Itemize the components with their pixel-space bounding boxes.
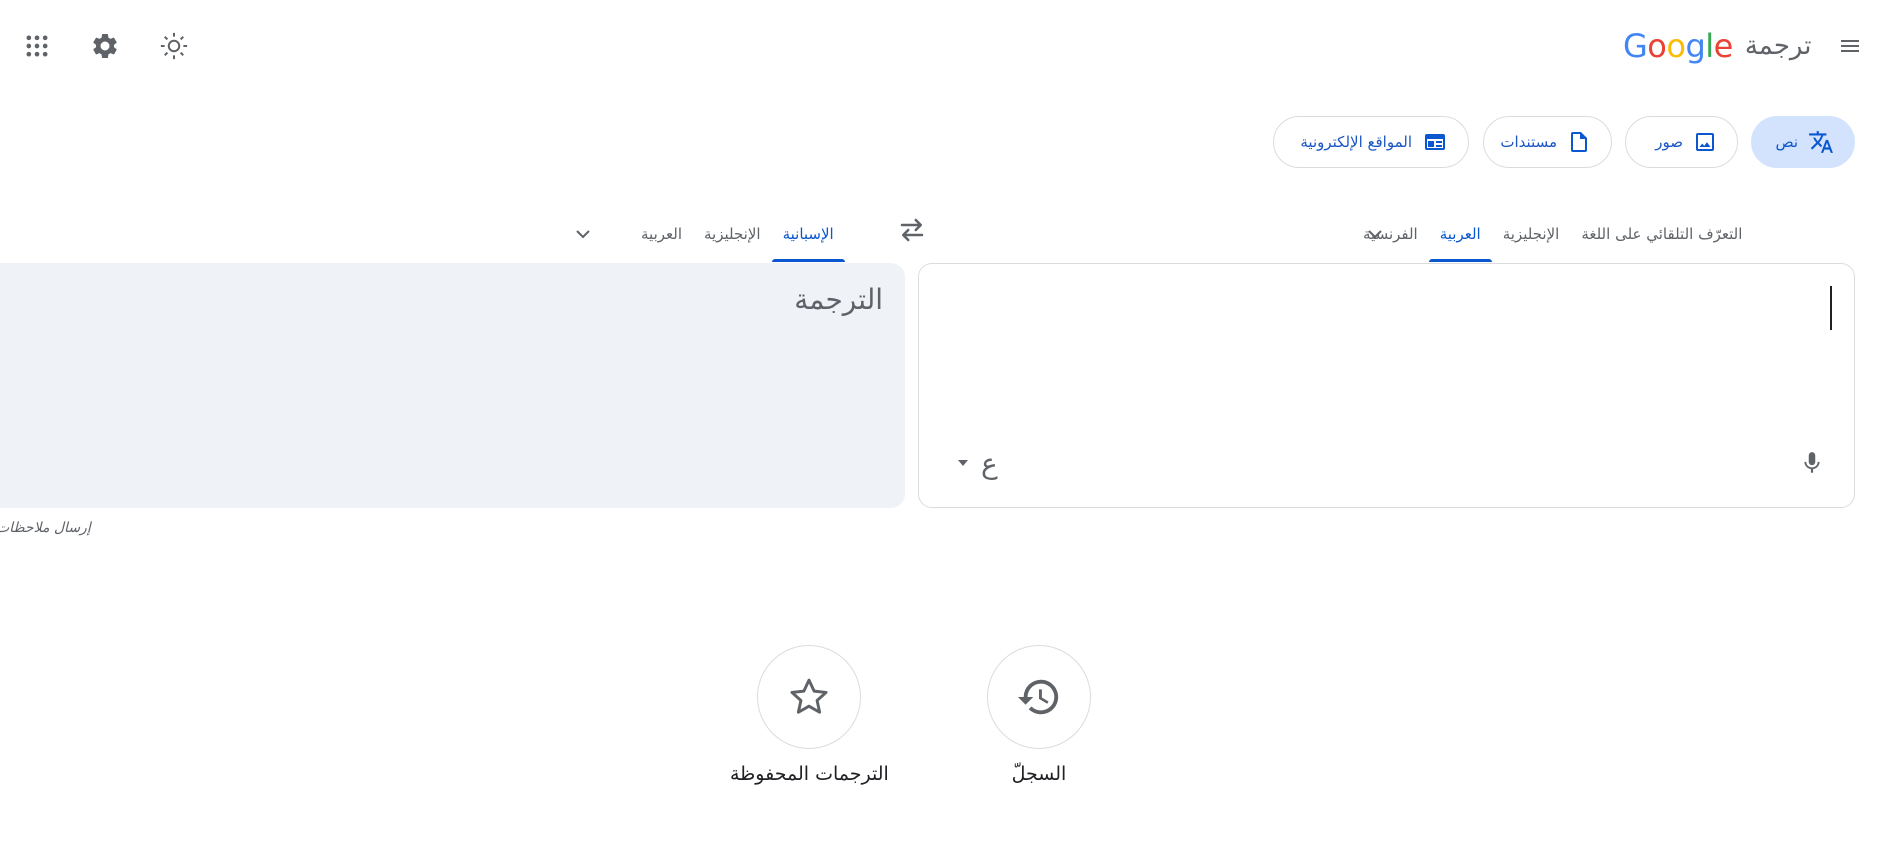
apps-grid-icon (26, 35, 48, 57)
settings-button[interactable] (83, 24, 127, 68)
text-caret (1830, 286, 1832, 330)
caret-down-icon (958, 460, 968, 466)
translation-output-panel: الترجمة (0, 263, 905, 508)
document-icon (1571, 132, 1587, 152)
google-logo: Google (1623, 27, 1733, 65)
saved-translations-label: الترجمات المحفوظة (730, 763, 889, 785)
mode-text-chip[interactable]: نص (1751, 116, 1855, 168)
saved-translations-button[interactable]: الترجمات المحفوظة (730, 645, 889, 785)
source-lang-english-label: الإنجليزية (1502, 225, 1560, 243)
history-label: السجلّ (1011, 763, 1067, 785)
target-language-bar: الإسبانية الإنجليزية العربية (630, 206, 845, 262)
mode-websites-label: المواقع الإلكترونية (1300, 133, 1412, 151)
history-circle (987, 645, 1091, 749)
target-lang-more-button[interactable] (561, 206, 605, 262)
app-logo[interactable]: Google ترجمة (1623, 24, 1811, 68)
swap-languages-button[interactable] (888, 206, 936, 254)
brand-text: ترجمة (1744, 31, 1812, 61)
source-lang-arabic-label: العربية (1439, 225, 1481, 243)
saved-circle (757, 645, 862, 749)
input-tools-button[interactable]: ع (957, 441, 998, 485)
source-lang-detect-label: التعرّف التلقائي على اللغة (1581, 225, 1743, 243)
translate-icon (1809, 131, 1833, 153)
image-icon (1696, 133, 1714, 151)
source-text-panel: ع (918, 263, 1855, 508)
voice-input-button[interactable] (1790, 441, 1834, 485)
source-lang-arabic[interactable]: العربية (1428, 206, 1492, 262)
theme-toggle-button[interactable] (152, 24, 196, 68)
history-icon (1017, 679, 1059, 715)
sun-icon (160, 32, 188, 60)
apps-button[interactable] (15, 24, 59, 68)
source-language-bar: التعرّف التلقائي على اللغة الإنجليزية ال… (1352, 206, 1753, 262)
mode-text-label: نص (1775, 133, 1798, 151)
chevron-down-icon (1368, 230, 1382, 239)
mode-images-chip[interactable]: صور (1625, 116, 1738, 168)
source-text-input[interactable] (968, 282, 1832, 406)
translation-placeholder: الترجمة (794, 283, 883, 316)
history-button[interactable]: السجلّ (987, 645, 1091, 785)
target-lang-english-label: الإنجليزية (704, 225, 761, 243)
target-lang-spanish-label: الإسبانية (782, 225, 834, 243)
chevron-down-icon (576, 230, 590, 239)
mode-images-label: صور (1655, 133, 1683, 151)
mode-documents-chip[interactable]: مستندات (1483, 116, 1612, 168)
microphone-icon (1804, 452, 1820, 473)
gear-icon (93, 33, 117, 58)
target-lang-spanish[interactable]: الإسبانية (771, 206, 845, 262)
send-feedback-link[interactable]: إرسال ملاحظات (0, 520, 91, 536)
website-icon (1425, 134, 1445, 150)
target-lang-english[interactable]: الإنجليزية (693, 206, 772, 262)
menu-icon (1841, 40, 1859, 52)
target-lang-arabic-label: العربية (641, 225, 682, 243)
source-lang-more-button[interactable] (1353, 206, 1397, 262)
star-icon (790, 678, 828, 714)
target-lang-arabic[interactable]: العربية (630, 206, 693, 262)
mode-documents-label: مستندات (1500, 133, 1557, 151)
source-lang-detect[interactable]: التعرّف التلقائي على اللغة (1570, 206, 1753, 262)
mode-websites-chip[interactable]: المواقع الإلكترونية (1273, 116, 1469, 168)
source-lang-english[interactable]: الإنجليزية (1492, 206, 1571, 262)
swap-icon (900, 218, 924, 242)
main-menu-button[interactable] (1828, 24, 1872, 68)
input-tools-char: ع (981, 446, 998, 480)
